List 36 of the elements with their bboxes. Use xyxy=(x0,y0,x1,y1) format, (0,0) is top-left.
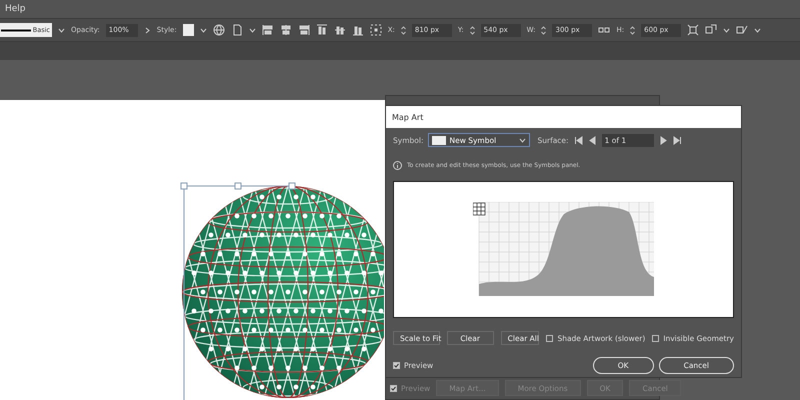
first-page-icon[interactable] xyxy=(574,136,583,144)
document-icon[interactable] xyxy=(230,24,243,36)
stepper-icon[interactable] xyxy=(470,26,475,34)
checkbox[interactable] xyxy=(393,362,400,369)
chevron-right-icon[interactable] xyxy=(144,26,151,34)
align-icon[interactable] xyxy=(262,24,274,36)
align-icon[interactable] xyxy=(298,24,310,36)
shape-icon[interactable] xyxy=(705,24,718,36)
chevron-down-icon[interactable] xyxy=(754,26,762,34)
dialog-title: Map Art xyxy=(386,106,741,128)
previous-icon[interactable] xyxy=(588,136,597,144)
globe-icon[interactable] xyxy=(212,24,225,36)
transform-icon[interactable] xyxy=(687,24,700,36)
reference-point-icon[interactable] xyxy=(370,24,382,36)
last-page-icon[interactable] xyxy=(672,136,682,144)
chevron-down-icon[interactable] xyxy=(248,26,256,34)
info-icon[interactable] xyxy=(393,161,402,170)
stepper-icon[interactable] xyxy=(541,26,546,34)
align-icon[interactable] xyxy=(352,24,364,36)
checkbox[interactable] xyxy=(390,384,397,392)
checkbox[interactable] xyxy=(546,334,554,342)
chevron-down-icon[interactable] xyxy=(723,26,730,34)
shape-icon[interactable] xyxy=(736,24,748,36)
stepper-icon[interactable] xyxy=(630,26,636,34)
next-icon[interactable] xyxy=(658,136,668,144)
chevron-down-icon[interactable] xyxy=(58,26,65,34)
align-icon[interactable] xyxy=(280,24,292,36)
stepper-icon[interactable] xyxy=(400,26,406,34)
chevron-down-icon[interactable] xyxy=(519,136,526,144)
stroke-line-icon xyxy=(0,28,31,32)
align-icon[interactable] xyxy=(316,24,328,36)
style-swatch[interactable] xyxy=(182,24,194,36)
checkbox[interactable] xyxy=(652,334,660,342)
align-icon[interactable] xyxy=(334,24,346,36)
chevron-down-icon[interactable] xyxy=(200,26,207,34)
menu-item[interactable]: Help xyxy=(2,4,29,14)
